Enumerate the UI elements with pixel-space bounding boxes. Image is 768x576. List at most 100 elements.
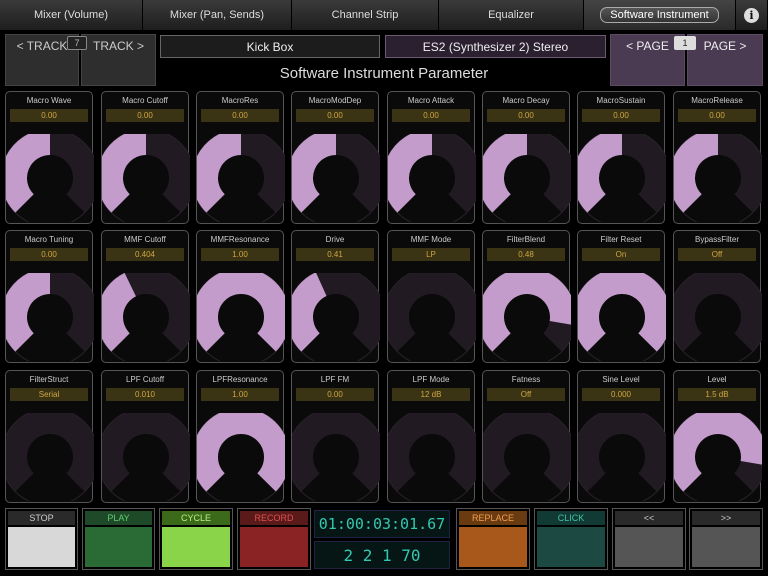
info-button[interactable]: i xyxy=(736,0,768,30)
param-knob-cell[interactable]: MacroModDep 0.00 xyxy=(291,91,380,224)
param-value: 0.00 xyxy=(392,109,470,122)
param-knob-cell[interactable]: LPFResonance 1.00 xyxy=(196,370,285,503)
param-knob-cell[interactable]: Fatness Off xyxy=(482,370,571,503)
param-name: MMF Mode xyxy=(410,235,452,244)
param-name: Macro Wave xyxy=(26,96,72,105)
knob[interactable] xyxy=(197,413,285,501)
track-number: 7 xyxy=(67,36,87,50)
position-display: 2 2 1 70 xyxy=(314,541,450,569)
knob[interactable] xyxy=(674,273,762,361)
param-knob-cell[interactable]: Macro Attack 0.00 xyxy=(387,91,476,224)
track-next-button[interactable]: TRACK > xyxy=(81,34,156,86)
param-name: MacroModDep xyxy=(308,96,362,105)
knob-track xyxy=(102,413,190,492)
record-button[interactable]: RECORD xyxy=(237,508,311,570)
knob[interactable] xyxy=(197,273,285,361)
param-value: Off xyxy=(678,248,756,261)
replace-label: REPLACE xyxy=(459,511,527,525)
param-name: MacroRelease xyxy=(691,96,743,105)
page-next-button[interactable]: PAGE > xyxy=(687,34,763,86)
knob-track xyxy=(674,273,762,352)
param-name: MMFResonance xyxy=(210,235,270,244)
forward-button[interactable]: >> xyxy=(689,508,763,570)
param-knob-cell[interactable]: MMF Cutoff 0.404 xyxy=(101,230,190,363)
param-knob-cell[interactable]: Drive 0.41 xyxy=(291,230,380,363)
tab-label: Equalizer xyxy=(488,9,534,21)
record-label: RECORD xyxy=(240,511,308,525)
knob[interactable] xyxy=(578,273,666,361)
knob[interactable] xyxy=(292,134,380,222)
param-knob-cell[interactable]: LPF Cutoff 0.010 xyxy=(101,370,190,503)
knob[interactable] xyxy=(388,273,476,361)
param-value: 1.00 xyxy=(201,248,279,261)
param-knob-cell[interactable]: MMF Mode LP xyxy=(387,230,476,363)
param-value: Serial xyxy=(10,388,88,401)
param-knob-cell[interactable]: Macro Decay 0.00 xyxy=(482,91,571,224)
param-value: 0.00 xyxy=(201,109,279,122)
param-value: 0.010 xyxy=(106,388,184,401)
knob-level-arc xyxy=(483,134,528,213)
track-next-label: TRACK > xyxy=(92,39,144,53)
knob[interactable] xyxy=(483,413,571,501)
param-value: 1.5 dB xyxy=(678,388,756,401)
param-value: 0.00 xyxy=(678,109,756,122)
click-button[interactable]: CLICK xyxy=(534,508,608,570)
replace-button[interactable]: REPLACE xyxy=(456,508,530,570)
knob[interactable] xyxy=(6,273,94,361)
knob[interactable] xyxy=(674,413,762,501)
knob[interactable] xyxy=(6,413,94,501)
param-knob-cell[interactable]: MacroRelease 0.00 xyxy=(673,91,762,224)
tab-channel-strip[interactable]: Channel Strip xyxy=(292,0,439,30)
tab-software-instrument[interactable]: Software Instrument xyxy=(584,0,736,30)
stop-button[interactable]: STOP xyxy=(5,508,78,570)
rewind-button[interactable]: << xyxy=(612,508,686,570)
knob[interactable] xyxy=(578,134,666,222)
knob[interactable] xyxy=(674,134,762,222)
param-knob-cell[interactable]: MacroSustain 0.00 xyxy=(577,91,666,224)
param-knob-cell[interactable]: LPF FM 0.00 xyxy=(291,370,380,503)
param-value: 0.00 xyxy=(106,109,184,122)
knob[interactable] xyxy=(6,134,94,222)
knob[interactable] xyxy=(102,273,190,361)
cycle-label: CYCLE xyxy=(162,511,230,525)
knob-level-arc xyxy=(292,134,337,213)
knob[interactable] xyxy=(483,134,571,222)
knob[interactable] xyxy=(388,413,476,501)
tab-mixer-volume[interactable]: Mixer (Volume) xyxy=(0,0,143,30)
param-knob-cell[interactable]: LPF Mode 12 dB xyxy=(387,370,476,503)
tab-mixer-pan-sends[interactable]: Mixer (Pan, Sends) xyxy=(143,0,292,30)
knob[interactable] xyxy=(292,413,380,501)
param-knob-cell[interactable]: Macro Cutoff 0.00 xyxy=(101,91,190,224)
play-button[interactable]: PLAY xyxy=(82,508,155,570)
knob-level-arc xyxy=(674,134,719,213)
param-knob-cell[interactable]: Level 1.5 dB xyxy=(673,370,762,503)
cycle-button[interactable]: CYCLE xyxy=(159,508,233,570)
knob[interactable] xyxy=(578,413,666,501)
param-name: MMF Cutoff xyxy=(124,235,166,244)
knob[interactable] xyxy=(197,134,285,222)
param-knob-cell[interactable]: BypassFilter Off xyxy=(673,230,762,363)
param-name: Macro Attack xyxy=(407,96,455,105)
param-knob-cell[interactable]: Filter Reset On xyxy=(577,230,666,363)
param-knob-cell[interactable]: Sine Level 0.000 xyxy=(577,370,666,503)
knob[interactable] xyxy=(388,134,476,222)
param-name: Macro Decay xyxy=(502,96,550,105)
param-knob-cell[interactable]: MMFResonance 1.00 xyxy=(196,230,285,363)
param-knob-cell[interactable]: FilterBlend 0.48 xyxy=(482,230,571,363)
param-knob-cell[interactable]: MacroRes 0.00 xyxy=(196,91,285,224)
knob[interactable] xyxy=(102,134,190,222)
param-name: Macro Tuning xyxy=(24,235,74,244)
param-value: Off xyxy=(487,388,565,401)
knob-level-arc xyxy=(197,273,285,352)
param-knob-cell[interactable]: Macro Wave 0.00 xyxy=(5,91,94,224)
page-prev-label: < PAGE xyxy=(626,39,669,53)
param-value: 0.48 xyxy=(487,248,565,261)
knob[interactable] xyxy=(102,413,190,501)
knob[interactable] xyxy=(483,273,571,361)
param-knob-cell[interactable]: Macro Tuning 0.00 xyxy=(5,230,94,363)
param-knob-cell[interactable]: FilterStruct Serial xyxy=(5,370,94,503)
instrument-selector[interactable]: ES2 (Synthesizer 2) Stereo xyxy=(385,35,606,58)
track-name-field[interactable]: Kick Box xyxy=(160,35,380,58)
tab-equalizer[interactable]: Equalizer xyxy=(439,0,584,30)
knob[interactable] xyxy=(292,273,380,361)
